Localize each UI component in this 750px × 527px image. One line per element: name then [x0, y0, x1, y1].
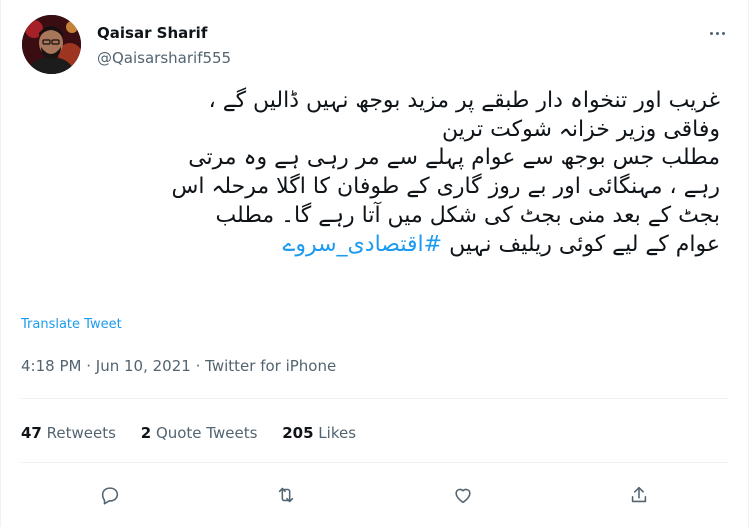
meta-separator: ·: [195, 357, 201, 375]
quotes-count: 2: [140, 424, 152, 442]
retweet-icon[interactable]: [269, 478, 303, 512]
tweet-date[interactable]: Jun 10, 2021: [96, 357, 191, 375]
tweet-time[interactable]: 4:18 PM: [21, 357, 81, 375]
retweets-label: Retweets: [46, 424, 116, 442]
action-bar: [1, 478, 750, 512]
reply-icon[interactable]: [93, 478, 127, 512]
more-horizontal-icon[interactable]: [704, 22, 730, 44]
tweet-stats: 47 Retweets 2 Quote Tweets 205 Likes: [21, 424, 376, 442]
translate-tweet-link[interactable]: Translate Tweet: [21, 317, 122, 332]
quote-tweets-stat[interactable]: 2 Quote Tweets: [141, 424, 258, 442]
like-icon[interactable]: [446, 478, 480, 512]
likes-count: 205: [282, 424, 314, 442]
retweets-stat[interactable]: 47 Retweets: [21, 424, 116, 442]
divider: [21, 462, 729, 463]
tweet-line: مطلب جس بوجھ سے عوام پہلے سے مر رہی ہے و…: [188, 145, 720, 171]
tweet-line: غریب اور تنخواہ دار طبقے پر مزید بوجھ نہ…: [208, 88, 720, 113]
divider: [21, 398, 729, 399]
tweet-source[interactable]: Twitter for iPhone: [205, 357, 336, 375]
tweet-meta: 4:18 PM · Jun 10, 2021 · Twitter for iPh…: [21, 357, 336, 375]
tweet-card: Qaisar Sharif @Qaisarsharif555 غریب اور …: [0, 0, 749, 527]
tweet-line: رہے ، مہنگائی اور بے روز گاری کے طوفان ک…: [171, 174, 721, 200]
likes-stat[interactable]: 205 Likes: [282, 424, 356, 442]
tweet-line-text: عوام کے لیے کوئی ریلیف نہیں: [449, 231, 720, 257]
tweet-line: بجٹ کے بعد منی بجٹ کی شکل میں آتا رہے گا…: [215, 202, 720, 228]
author-handle[interactable]: @Qaisarsharif555: [97, 49, 231, 67]
author-name[interactable]: Qaisar Sharif: [97, 24, 207, 42]
tweet-text: غریب اور تنخواہ دار طبقے پر مزید بوجھ نہ…: [21, 87, 721, 260]
likes-label: Likes: [318, 424, 357, 442]
hashtag-link[interactable]: #اقتصادی_سروے: [282, 232, 442, 257]
share-icon[interactable]: [622, 478, 656, 512]
tweet-line: وفاقی وزیر خزانہ شوکت ترین: [441, 116, 720, 142]
tweet-line-last: عوام کے لیے کوئی ریلیف نہیں #اقتصادی_سرو…: [21, 231, 720, 260]
meta-separator: ·: [86, 357, 92, 375]
retweets-count: 47: [21, 424, 42, 442]
quotes-label: Quote Tweets: [155, 424, 258, 442]
avatar[interactable]: [22, 15, 81, 74]
